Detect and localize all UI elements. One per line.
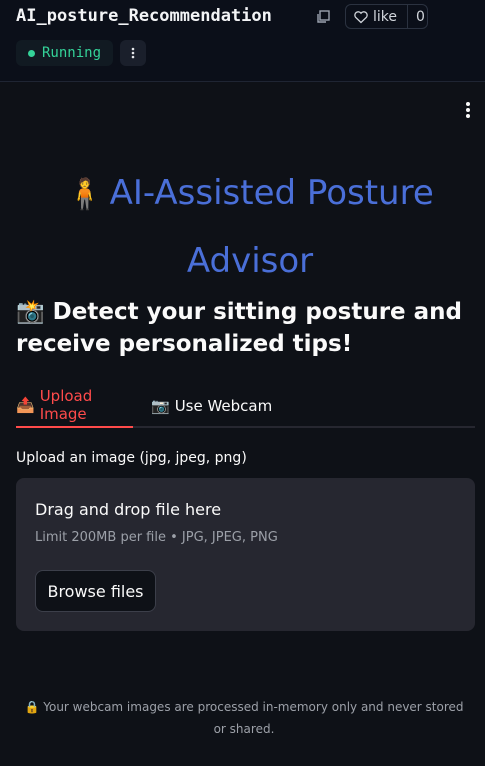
like-label: like (373, 8, 398, 25)
heart-icon (354, 10, 368, 23)
dropzone-instructions: Drag and drop file here (35, 500, 222, 519)
kebab-menu-icon (131, 47, 135, 59)
tab-label: Upload Image (39, 387, 93, 423)
tab-bar: 📤 Upload Image 📷 Use Webcam (16, 386, 475, 428)
like-button[interactable]: like 0 (345, 4, 428, 29)
copy-icon[interactable] (316, 10, 330, 24)
page-title: 🧍 AI-Assisted Posture Advisor (40, 160, 460, 294)
lock-icon: 🔒 (24, 700, 40, 714)
file-dropzone[interactable]: Drag and drop file here Limit 200MB per … (16, 478, 475, 631)
space-title[interactable]: AI_posture_Recommendation (16, 6, 272, 26)
menu-dot-icon (466, 108, 470, 112)
like-count: 0 (407, 5, 425, 28)
menu-dot-icon (466, 102, 470, 106)
browse-files-button[interactable]: Browse files (35, 570, 156, 612)
privacy-note-text: Your webcam images are processed in-memo… (43, 700, 464, 736)
app-main-menu-button[interactable] (460, 100, 476, 120)
status-text: Running (42, 45, 102, 61)
person-standing-icon: 🧍 (66, 177, 104, 212)
tab-use-webcam[interactable]: 📷 Use Webcam (151, 386, 272, 426)
space-menu-button[interactable] (120, 40, 146, 66)
space-header: AI_posture_Recommendation like 0 Running (0, 0, 485, 82)
privacy-note: 🔒 Your webcam images are processed in-me… (24, 696, 464, 740)
menu-dot-icon (466, 114, 470, 118)
camera-flash-icon: 📸 (16, 299, 45, 325)
uploader-label: Upload an image (jpg, jpeg, png) (16, 450, 247, 466)
page-subtitle: 📸 Detect your sitting posture and receiv… (16, 296, 476, 360)
page-subtitle-text: Detect your sitting posture and receive … (16, 299, 463, 357)
status-dot-icon (28, 49, 35, 57)
page-title-text: AI-Assisted Posture Advisor (109, 173, 434, 281)
dropzone-limit-text: Limit 200MB per file • JPG, JPEG, PNG (35, 530, 278, 545)
tab-upload-image[interactable]: 📤 Upload Image (16, 386, 133, 428)
status-badge: Running (16, 40, 114, 66)
tab-label: Use Webcam (174, 397, 273, 415)
camera-icon: 📷 (151, 397, 170, 415)
outbox-tray-icon: 📤 (16, 396, 35, 414)
